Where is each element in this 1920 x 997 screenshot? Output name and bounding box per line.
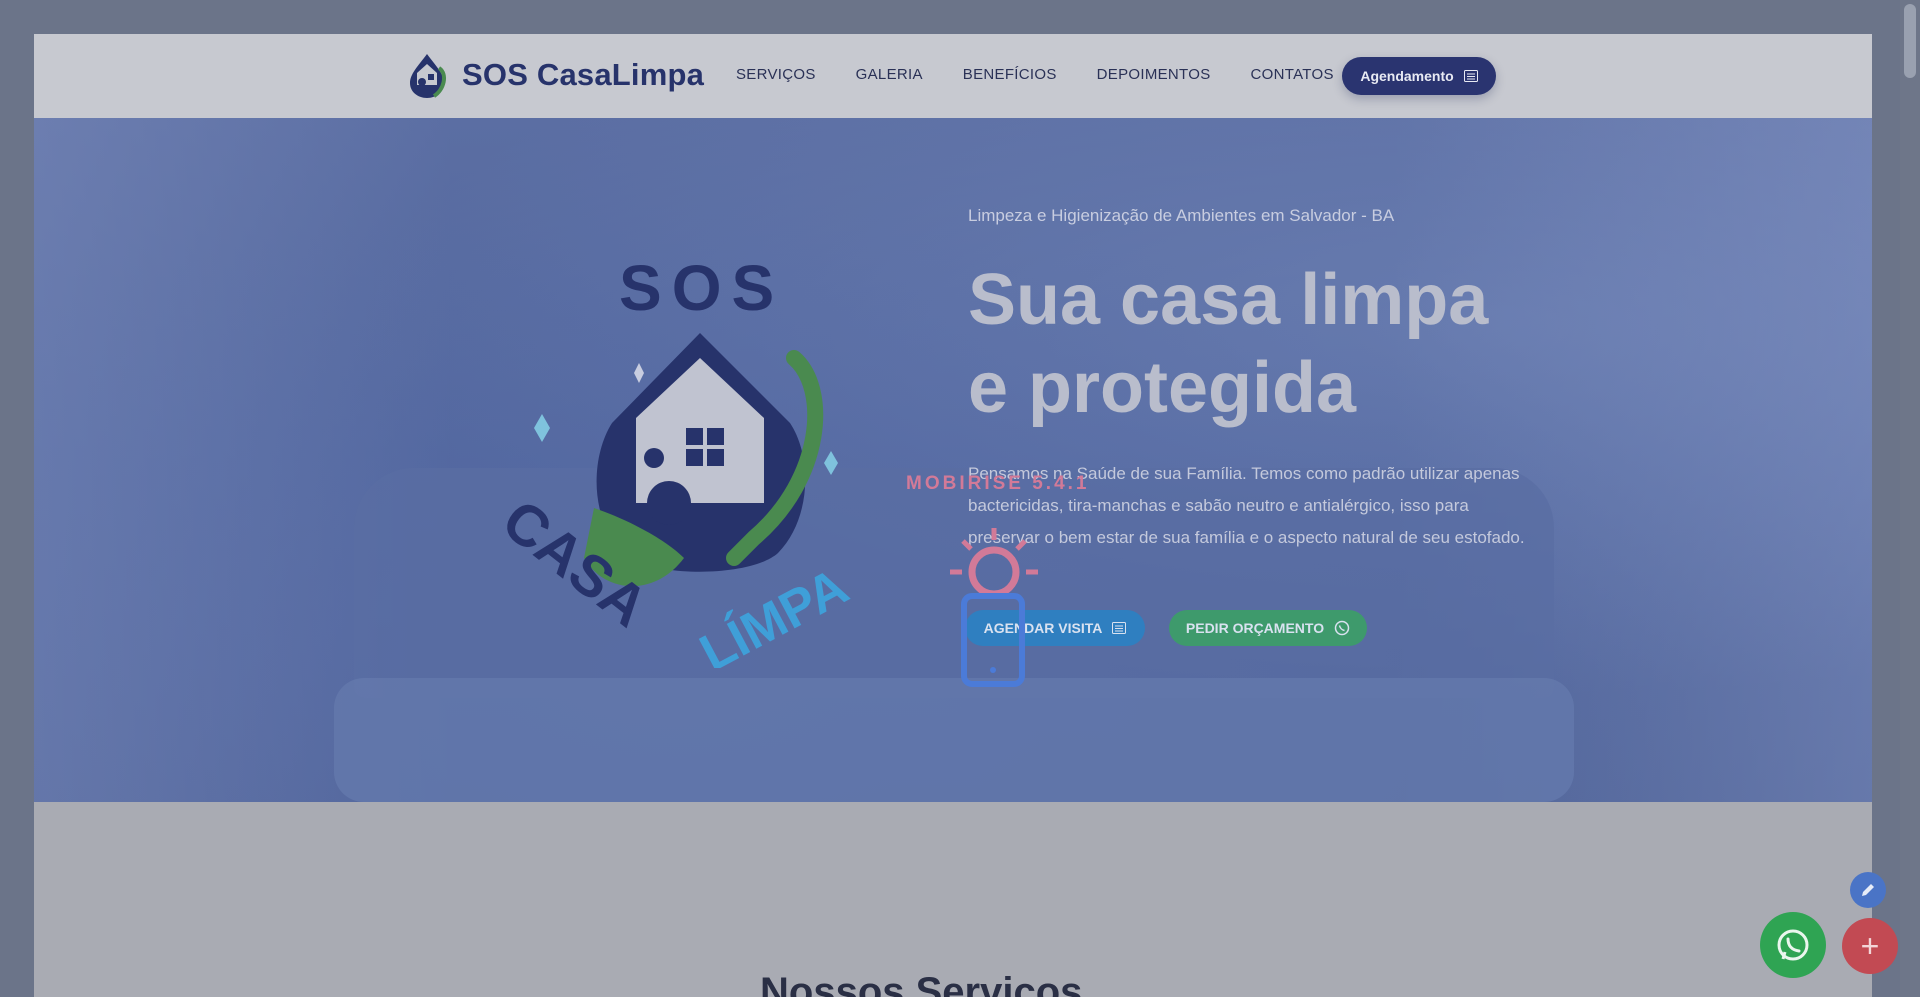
brand[interactable]: SOS CasaLimpa: [404, 50, 704, 100]
hero-title: Sua casa limpa e protegida: [968, 260, 1489, 428]
hero-logo-bottom-light: LÍMPA: [691, 557, 858, 668]
edit-fab-button[interactable]: [1850, 872, 1886, 908]
whatsapp-icon: [1777, 929, 1809, 961]
calendar-icon: [1463, 70, 1478, 82]
services-section: [34, 802, 1872, 997]
whatsapp-icon: [1334, 620, 1350, 636]
hero-section: SOS CASA LÍMPA Limpeza e Higienização de…: [34, 118, 1872, 802]
scrollbar-thumb[interactable]: [1904, 4, 1916, 78]
hero-logo: SOS CASA LÍMPA: [494, 252, 858, 668]
add-block-fab-button[interactable]: +: [1842, 918, 1898, 974]
main-nav: SERVIÇOS GALERIA BENEFÍCIOS DEPOIMENTOS …: [736, 66, 1334, 83]
navbar: SOS CasaLimpa SERVIÇOS GALERIA BENEFÍCIO…: [34, 34, 1872, 118]
brand-name: SOS CasaLimpa: [462, 57, 705, 92]
hero-subtitle: Limpeza e Higienização de Ambientes em S…: [968, 206, 1395, 225]
mobirise-sun-phone-icon: [950, 528, 1038, 687]
brand-logo-icon: [410, 54, 447, 98]
nav-link-contatos[interactable]: CONTATOS: [1251, 66, 1334, 83]
hero-background-sofa-seat: [334, 678, 1574, 802]
agendamento-label: Agendamento: [1360, 68, 1454, 84]
page-scrollbar[interactable]: [1900, 0, 1920, 997]
calendar-icon: [1112, 622, 1127, 634]
nav-link-galeria[interactable]: GALERIA: [856, 66, 923, 83]
pedir-orcamento-button[interactable]: PEDIR ORÇAMENTO: [1169, 610, 1367, 646]
pencil-icon: [1862, 884, 1874, 896]
hero-logo-top-text: SOS: [619, 252, 784, 324]
page-preview: SOS CasaLimpa SERVIÇOS GALERIA BENEFÍCIO…: [34, 34, 1872, 997]
services-heading: Nossos Serviços: [760, 970, 1083, 997]
whatsapp-fab-button[interactable]: [1760, 912, 1826, 978]
nav-link-servicos[interactable]: SERVIÇOS: [736, 66, 816, 83]
nav-link-beneficios[interactable]: BENEFÍCIOS: [963, 66, 1057, 83]
nav-link-depoimentos[interactable]: DEPOIMENTOS: [1097, 66, 1211, 83]
pedir-orcamento-label: PEDIR ORÇAMENTO: [1185, 620, 1325, 636]
agendamento-button[interactable]: Agendamento: [1342, 57, 1496, 95]
